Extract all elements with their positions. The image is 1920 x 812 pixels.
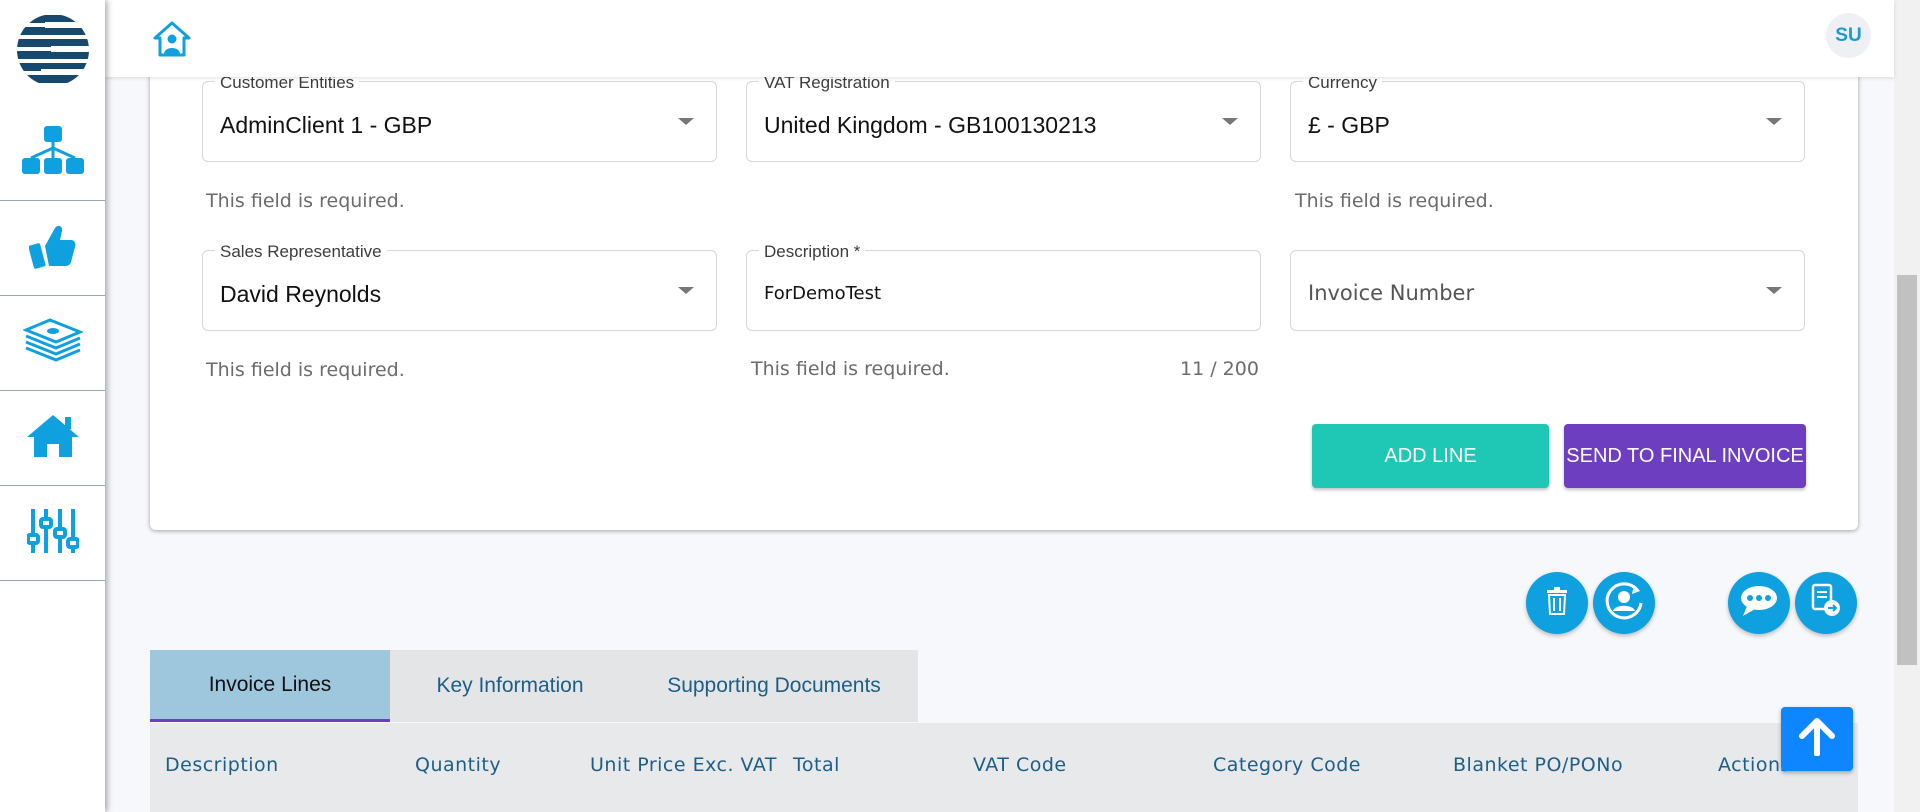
delete-button[interactable] — [1526, 572, 1588, 634]
column-header[interactable]: Description — [165, 754, 279, 776]
sales-representative-value: David Reynolds — [220, 281, 382, 307]
add-line-button[interactable]: ADD LINE — [1312, 424, 1549, 488]
column-header[interactable]: Blanket PO/PONo — [1453, 754, 1623, 776]
house-icon — [25, 413, 81, 464]
column-header[interactable]: VAT Code — [973, 754, 1067, 776]
column-header[interactable]: Actions — [1718, 754, 1791, 776]
currency-value: £ - GBP — [1308, 112, 1390, 138]
sidebar-item-approvals[interactable] — [0, 202, 105, 296]
sales-representative-select[interactable]: Sales Representative David Reynolds — [202, 242, 717, 331]
home-user-icon — [152, 21, 192, 62]
arrow-up-icon — [1799, 717, 1835, 761]
thumbs-up-icon — [28, 222, 77, 275]
invoice-number-placeholder: Invoice Number — [1308, 281, 1475, 305]
top-header: SU — [105, 0, 1894, 77]
customer-entities-select[interactable]: Customer Entities AdminClient 1 - GBP — [202, 73, 717, 162]
column-header[interactable]: Unit Price Exc. VAT — [590, 754, 777, 776]
scrollbar-thumb[interactable] — [1897, 275, 1917, 665]
customer-entities-hint: This field is required. — [206, 190, 405, 212]
tab-invoice-lines[interactable]: Invoice Lines — [150, 650, 390, 722]
comments-button[interactable] — [1728, 572, 1790, 634]
description-counter: 11 / 200 — [1180, 358, 1259, 380]
vat-registration-value: United Kingdom - GB100130213 — [764, 112, 1097, 138]
hierarchy-icon — [21, 126, 84, 181]
chevron-down-icon — [678, 118, 694, 125]
sidebar-item-settings[interactable] — [0, 487, 105, 581]
home-button[interactable] — [152, 20, 192, 58]
tab-supporting-documents[interactable]: Supporting Documents — [630, 650, 918, 722]
sidebar-item-payments[interactable] — [0, 297, 105, 391]
description-label: Description * — [759, 242, 866, 262]
page-scrollbar[interactable] — [1894, 0, 1920, 812]
sales-representative-label: Sales Representative — [215, 242, 387, 262]
customer-entities-value: AdminClient 1 - GBP — [220, 112, 433, 138]
description-hint: This field is required. — [751, 358, 950, 380]
trash-icon — [1546, 586, 1568, 620]
avatar[interactable]: SU — [1826, 13, 1871, 58]
sidebar-item-home[interactable] — [0, 392, 105, 486]
document-export-icon — [1809, 583, 1843, 624]
description-input[interactable]: Description * ForDemoTest — [746, 242, 1261, 331]
chevron-down-icon — [678, 287, 694, 294]
sliders-icon — [25, 507, 80, 560]
currency-select[interactable]: Currency £ - GBP — [1290, 73, 1805, 162]
tab-key-information[interactable]: Key Information — [390, 650, 630, 722]
money-stack-icon — [21, 318, 84, 369]
sidebar — [0, 0, 105, 812]
invoice-lines-table-header: Description Quantity Unit Price Exc. VAT… — [150, 723, 1858, 812]
scroll-to-top-button[interactable] — [1781, 707, 1853, 771]
column-header[interactable]: Total — [793, 754, 840, 776]
reassign-button[interactable] — [1593, 572, 1655, 634]
invoice-number-select[interactable]: Invoice Number — [1290, 250, 1805, 331]
invoice-tabs: Invoice Lines Key Information Supporting… — [150, 650, 918, 722]
chevron-down-icon — [1766, 287, 1782, 294]
vat-registration-select[interactable]: VAT Registration United Kingdom - GB1001… — [746, 73, 1261, 162]
chevron-down-icon — [1766, 118, 1782, 125]
currency-hint: This field is required. — [1295, 190, 1494, 212]
column-header[interactable]: Category Code — [1213, 754, 1361, 776]
column-header[interactable]: Quantity — [415, 754, 501, 776]
user-refresh-icon — [1602, 579, 1646, 628]
chat-icon — [1739, 584, 1779, 623]
globe-logo-icon[interactable] — [15, 12, 91, 88]
sales-representative-hint: This field is required. — [206, 359, 405, 381]
chevron-down-icon — [1222, 118, 1238, 125]
description-value[interactable]: ForDemoTest — [764, 283, 881, 304]
sidebar-item-hierarchy[interactable] — [0, 107, 105, 201]
invoice-form-card: Customer Entities AdminClient 1 - GBP Th… — [150, 50, 1858, 530]
export-document-button[interactable] — [1795, 572, 1857, 634]
send-to-final-invoice-button[interactable]: SEND TO FINAL INVOICE — [1564, 424, 1806, 488]
